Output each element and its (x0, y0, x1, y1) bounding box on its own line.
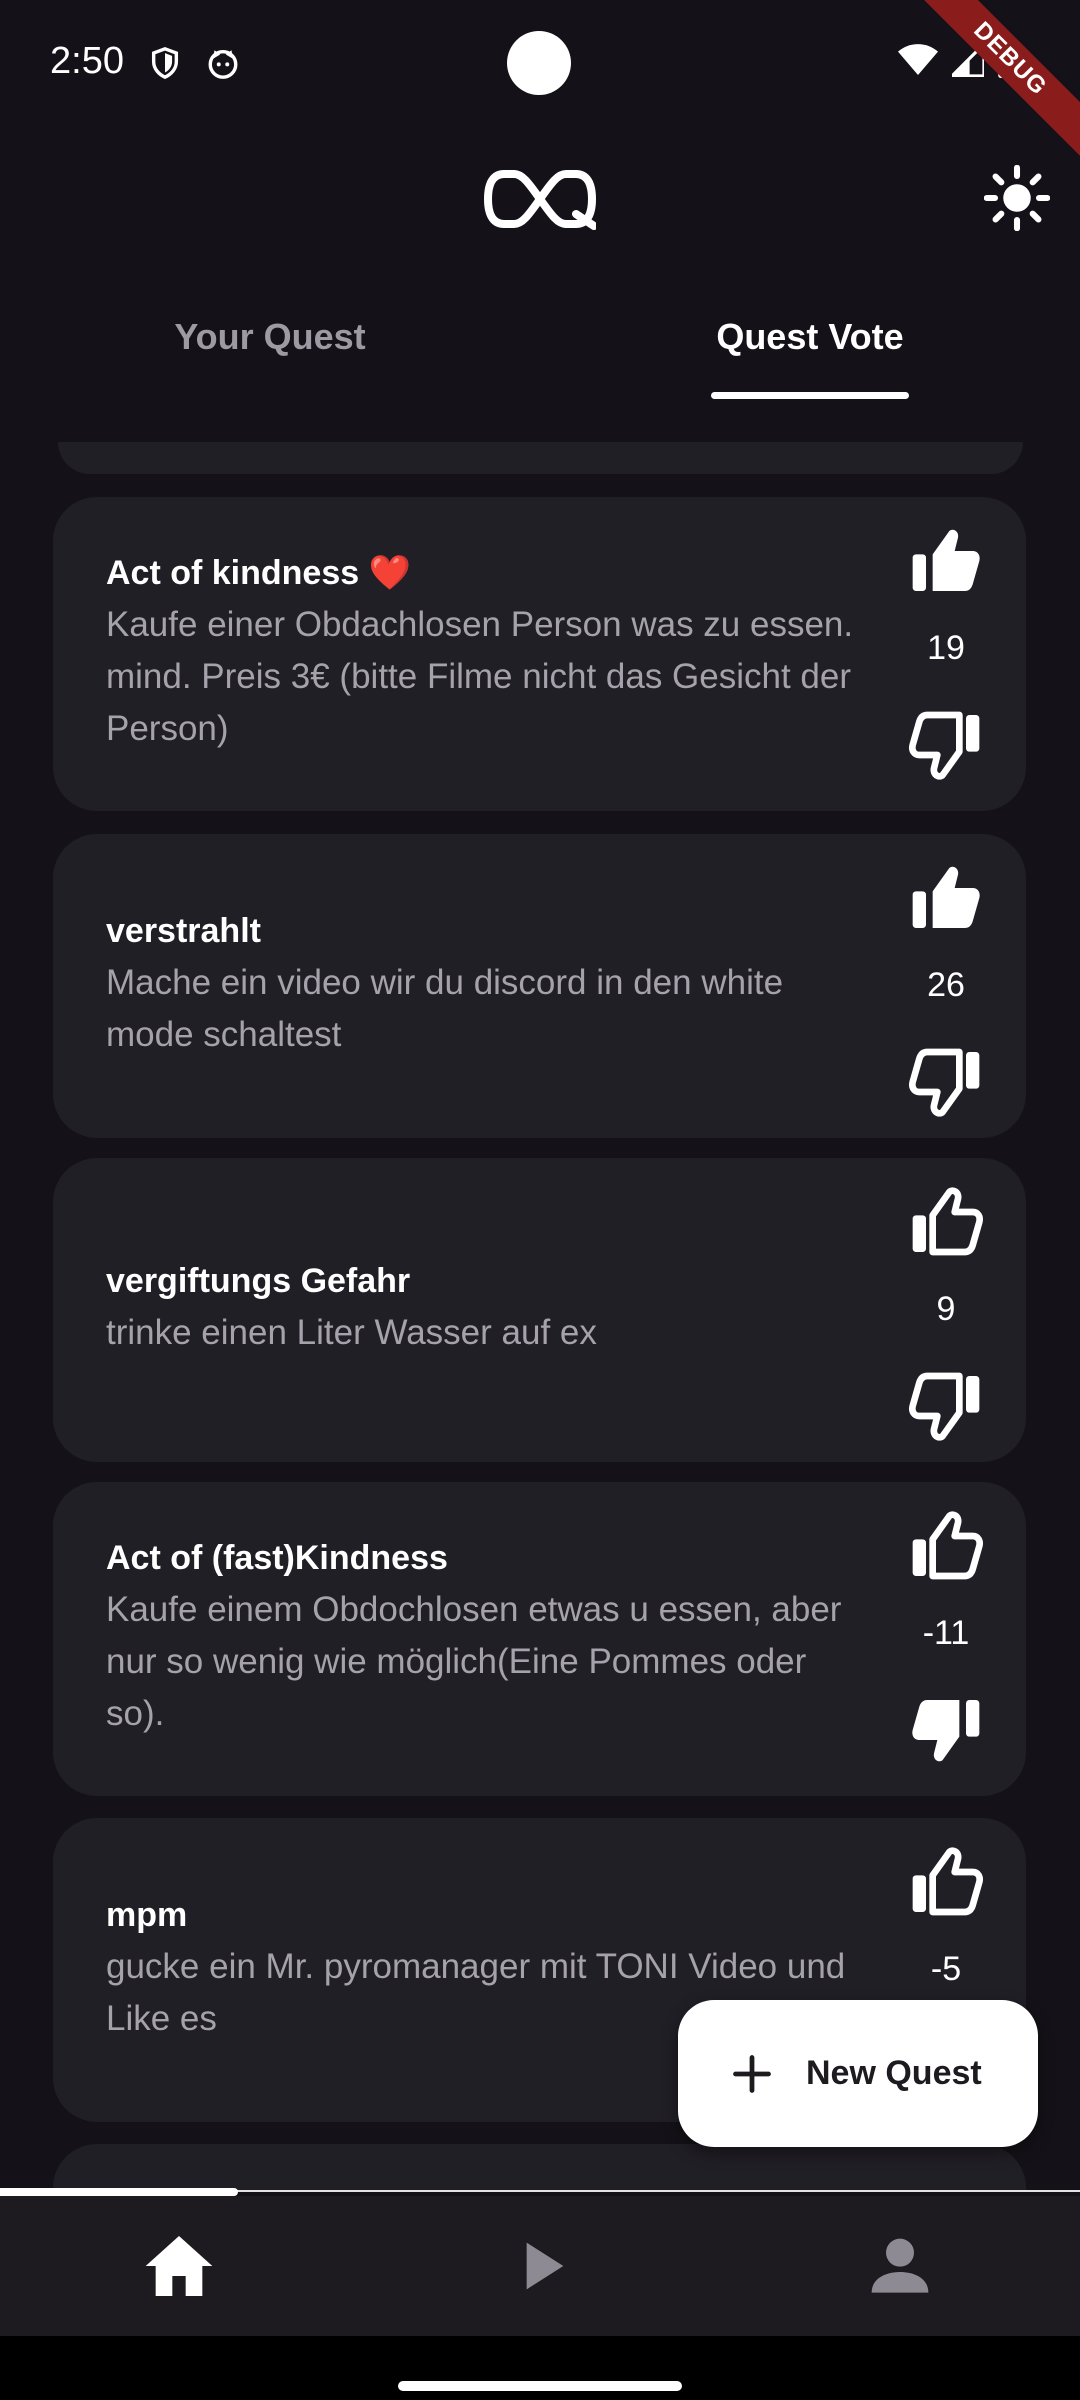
plus-icon (733, 2054, 771, 2093)
card-partial-top (58, 442, 1023, 474)
quest-card: Act of kindness ❤️ Kaufe einer Obdachlos… (53, 497, 1026, 811)
thumb-down-filled-icon[interactable] (906, 1690, 986, 1770)
quest-title: verstrahlt (106, 911, 261, 950)
quest-card: verstrahlt Mache ein video wir du discor… (53, 834, 1026, 1138)
quest-logo-icon (484, 170, 596, 230)
thumb-up-outline-icon[interactable] (906, 1842, 986, 1922)
quest-card: Act of (fast)Kindness Kaufe einem Obdoch… (53, 1482, 1026, 1796)
bottom-navigation (0, 2196, 1080, 2336)
vote-count: -11 (922, 1614, 970, 1652)
quest-title: mpm (106, 1895, 188, 1934)
vote-controls: 9 (886, 1158, 1006, 1462)
vote-count: 26 (927, 966, 965, 1004)
home-icon[interactable] (139, 2226, 219, 2306)
camera-cutout (507, 31, 571, 95)
vote-count: 19 (927, 629, 965, 667)
quest-list[interactable]: Act of kindness ❤️ Kaufe einer Obdachlos… (0, 442, 1080, 2190)
quest-description: trinke einen Liter Wasser auf ex (106, 1312, 597, 1352)
quest-title: Act of kindness ❤️ (106, 554, 411, 592)
tab-quest-vote[interactable]: Quest Vote (540, 316, 1080, 358)
page-progress-fill (0, 2188, 238, 2196)
status-time: 2:50 (50, 40, 124, 82)
thumb-up-filled-icon[interactable] (906, 521, 986, 601)
quest-description: Kaufe einem Obdochlosen etwas u essen, a… (106, 1589, 842, 1733)
quest-title: Act of (fast)Kindness (106, 1538, 448, 1577)
app-bar (0, 140, 1080, 260)
thumb-down-outline-icon[interactable] (906, 1042, 986, 1122)
status-bar: 2:50 DEBUG (0, 0, 1080, 172)
shield-icon (151, 47, 179, 80)
quest-title: vergiftungs Gefahr (106, 1261, 411, 1300)
sun-icon[interactable] (984, 165, 1050, 231)
vote-controls: -11 (886, 1482, 1006, 1796)
vote-controls: 26 (886, 834, 1006, 1138)
tab-indicator (711, 392, 909, 399)
thumb-up-outline-icon[interactable] (906, 1182, 986, 1262)
new-quest-label: New Quest (806, 2054, 982, 2092)
play-icon[interactable] (500, 2226, 580, 2306)
cat-face-icon (208, 49, 238, 79)
person-icon[interactable] (860, 2226, 940, 2306)
tab-your-quest[interactable]: Your Quest (0, 316, 540, 358)
wifi-icon (898, 44, 938, 75)
thumb-up-filled-icon[interactable] (906, 858, 986, 938)
tab-bar: Your Quest Quest Vote (0, 290, 1080, 402)
vote-count: 9 (936, 1290, 956, 1328)
thumb-down-outline-icon[interactable] (906, 705, 986, 785)
gesture-handle[interactable] (398, 2381, 682, 2391)
thumb-down-outline-icon[interactable] (906, 1366, 986, 1446)
quest-description: Kaufe einer Obdachlosen Person was zu es… (106, 605, 854, 748)
thumb-up-outline-icon[interactable] (906, 1506, 986, 1586)
vote-count: -5 (930, 1950, 962, 1988)
quest-card: vergiftungs Gefahr trinke einen Liter Wa… (53, 1158, 1026, 1462)
quest-card-partial (53, 2144, 1026, 2190)
vote-controls: 19 (886, 497, 1006, 811)
quest-description: Mache ein video wir du discord in den wh… (106, 962, 784, 1054)
new-quest-button[interactable]: New Quest (678, 2000, 1038, 2147)
